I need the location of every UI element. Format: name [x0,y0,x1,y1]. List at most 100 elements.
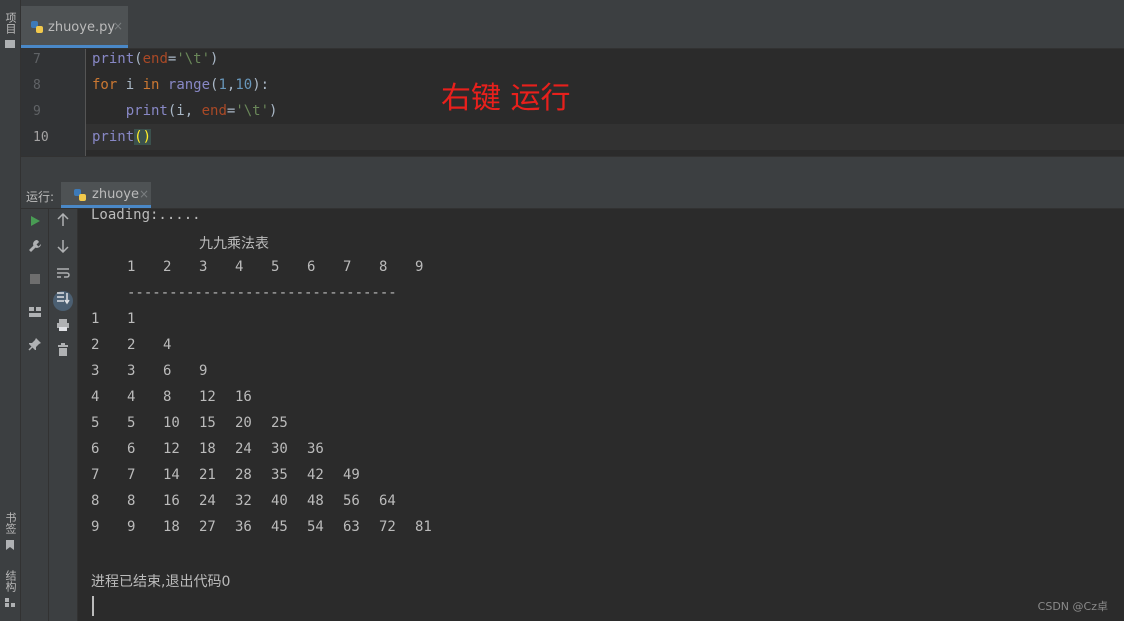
table-cell: 35 [271,467,288,483]
table-cell: 15 [199,415,216,431]
table-cell: 72 [379,519,396,535]
table-cell: 32 [235,493,252,509]
header-number: 8 [379,259,388,275]
table-cell: 6 [163,363,172,379]
table-cell: 12 [199,389,216,405]
row-label: 8 [91,493,100,509]
console-output[interactable]: Loading:..... 九九乘法表 1 2 3 4 5 6 7 8 9 --… [78,207,1124,621]
row-label: 2 [91,337,100,353]
bookmarks-tool-button[interactable]: 书签 [3,512,17,550]
structure-label: 结构 [4,570,17,592]
table-cell: 4 [163,337,172,353]
python-file-icon [31,21,43,33]
current-line-highlight [86,124,1124,150]
left-tool-strip: 项目 书签 结构 [0,0,21,621]
watermark: CSDN @Cz卓 [1037,600,1108,613]
bookmark-icon [6,540,14,550]
code-editor[interactable]: 7 8 9 10 print(end='\t') for i in range(… [21,49,1124,156]
table-cell: 9 [127,519,136,535]
table-cell: 4 [127,389,136,405]
table-row: 9 9 18 27 36 45 54 63 72 81 [91,519,991,539]
table-cell: 24 [199,493,216,509]
table-row: 5 5 10 15 20 25 [91,415,991,435]
table-cell: 1 [127,311,136,327]
table-cell: 30 [271,441,288,457]
run-tab-name: zhuoye [92,187,139,202]
wrench-icon[interactable] [25,239,45,259]
table-cell: 6 [127,441,136,457]
trash-icon[interactable] [53,343,73,363]
table-cell: 63 [343,519,360,535]
table-cell: 16 [163,493,180,509]
line-number: 10 [33,130,49,145]
row-label: 9 [91,519,100,535]
play-icon[interactable] [25,213,45,233]
structure-tool-button[interactable]: 结构 [3,570,17,607]
exit-message: 进程已结束,退出代码0 [91,574,231,590]
code-line-8: for i in range(1,10): [92,77,270,93]
python-run-icon [74,189,86,201]
run-toolbar-secondary [49,209,78,621]
row-label: 3 [91,363,100,379]
row-label: 7 [91,467,100,483]
table-cell: 8 [163,389,172,405]
print-icon[interactable] [53,318,73,338]
run-tool-window-header: 运行: zhuoye × [21,182,1124,209]
table-cell: 12 [163,441,180,457]
structure-icon [5,598,15,607]
table-row: 7 7 14 21 28 35 42 49 [91,467,991,487]
header-number: 7 [343,259,352,275]
header-number: 4 [235,259,244,275]
table-cell: 81 [415,519,432,535]
run-tab-close-icon[interactable]: × [139,187,149,201]
table-cell: 2 [127,337,136,353]
row-label: 6 [91,441,100,457]
table-title: 九九乘法表 [199,236,269,252]
table-cell: 20 [235,415,252,431]
table-cell: 5 [127,415,136,431]
tab-filename: zhuoye.py [48,20,116,35]
tab-zhuoye-py[interactable]: zhuoye.py × [21,6,128,48]
table-cell: 48 [307,493,324,509]
table-cell: 14 [163,467,180,483]
arrow-down-icon[interactable] [53,239,73,259]
header-number: 6 [307,259,316,275]
table-cell: 24 [235,441,252,457]
table-cell: 45 [271,519,288,535]
layout-icon[interactable] [25,304,45,324]
table-row: 8 8 16 24 32 40 48 56 64 [91,493,991,513]
folder-icon [5,40,15,48]
header-number: 1 [127,259,136,275]
scroll-to-end-icon[interactable] [53,291,73,311]
table-row: 6 6 12 18 24 30 36 [91,441,991,461]
table-cell: 56 [343,493,360,509]
row-label: 4 [91,389,100,405]
table-cell: 21 [199,467,216,483]
table-cell: 36 [235,519,252,535]
pin-icon[interactable] [25,337,45,357]
annotation-text: 右键 运行 [441,81,571,116]
soft-wrap-icon[interactable] [53,266,73,286]
run-toolbar-primary [21,209,49,621]
table-row: 3 3 6 9 [91,363,991,383]
line-gutter: 7 8 9 10 [21,49,86,156]
table-cell: 25 [271,415,288,431]
header-number: 5 [271,259,280,275]
table-row: 4 4 8 12 16 [91,389,991,409]
table-cell: 40 [271,493,288,509]
loading-line: Loading:..... [91,207,201,223]
table-cell: 42 [307,467,324,483]
stop-icon[interactable] [25,271,45,291]
tab-close-icon[interactable]: × [113,19,123,33]
code-line-9: print(i, end='\t') [125,103,278,119]
code-line-7: print(end='\t') [92,51,219,67]
run-tab-zhuoye[interactable]: zhuoye × [61,182,151,208]
project-label: 项目 [4,12,17,34]
project-tool-button[interactable]: 项目 [3,12,17,48]
arrow-up-icon[interactable] [53,212,73,233]
table-cell: 28 [235,467,252,483]
table-row: 2 2 4 [91,337,991,357]
table-cell: 9 [199,363,208,379]
header-row: 1 2 3 4 5 6 7 8 9 [91,259,991,279]
line-number: 9 [33,104,41,119]
